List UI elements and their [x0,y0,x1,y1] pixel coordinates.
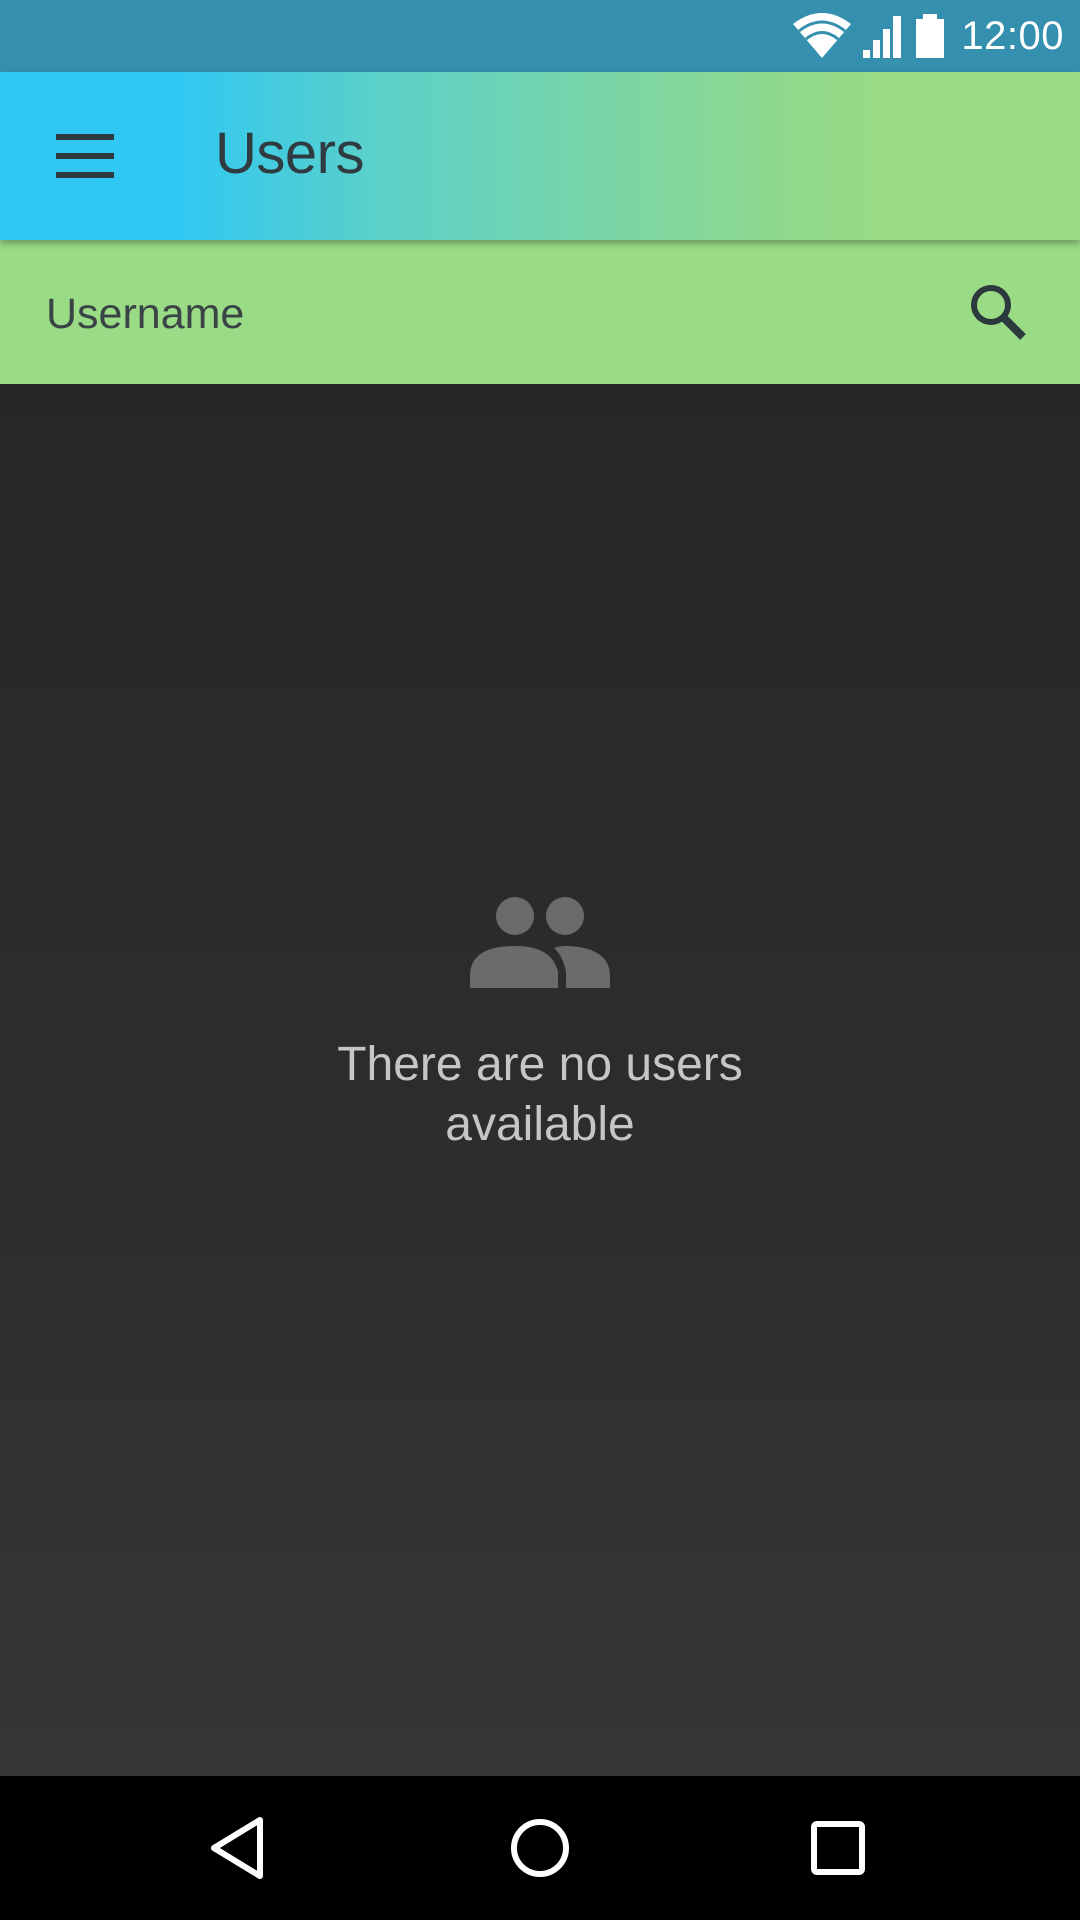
users-list-area: There are no users available [0,384,1080,1776]
back-button[interactable] [206,1816,270,1880]
back-icon [211,1817,263,1879]
empty-state-message: There are no users available [337,1038,743,1151]
recents-button[interactable] [806,1816,870,1880]
signal-icon [861,12,905,60]
empty-state: There are no users available [0,896,1080,1155]
users-screen: 12:00 Users There are no us [0,0,1080,1920]
search-button[interactable] [966,280,1030,344]
home-button[interactable] [508,1816,572,1880]
search-icon [971,285,1026,340]
wifi-icon [791,12,853,60]
status-bar: 12:00 [0,0,1080,72]
home-icon [511,1819,569,1877]
search-bar [0,240,1080,384]
status-time: 12:00 [961,13,1064,58]
battery-icon [913,12,947,60]
people-icon [470,897,610,988]
recents-icon [811,1821,865,1875]
menu-button[interactable] [56,134,114,178]
menu-icon-middle-bar [56,153,114,159]
menu-icon-bottom-bar [56,172,114,178]
navigation-bar [0,1776,1080,1920]
menu-icon [56,134,114,140]
app-bar: Users [0,72,1080,240]
page-title: Users [215,121,364,186]
username-search-input[interactable] [46,284,906,344]
